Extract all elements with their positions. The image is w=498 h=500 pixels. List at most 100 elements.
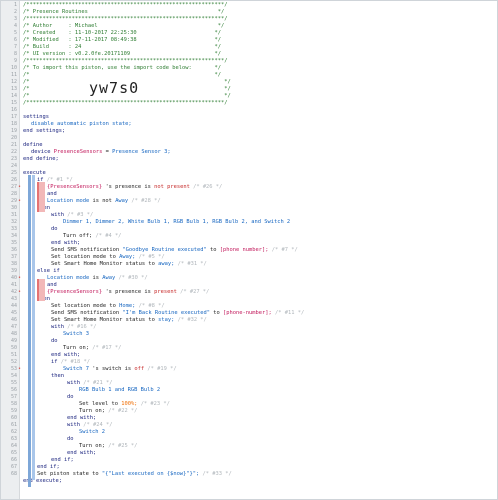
code-text[interactable]: /* Created : 11-10-2017 22:25:30 */	[23, 30, 224, 37]
code-text[interactable]: /* Build : 24 */	[23, 44, 224, 51]
line-number: 58	[10, 401, 17, 407]
code-text[interactable]: do	[51, 338, 61, 345]
code-token: /* #30 */	[118, 275, 148, 281]
code-text[interactable]: /* Author : Michael */	[23, 23, 227, 30]
code-text[interactable]: end settings;	[23, 128, 68, 135]
code-token: off	[134, 366, 145, 372]
code-text[interactable]: Turn on; /* #22 */	[79, 408, 141, 415]
code-text[interactable]: /***************************************…	[23, 2, 231, 9]
condition-marker-icon: •	[18, 289, 22, 295]
code-line: 49 do	[1, 338, 497, 345]
code-text[interactable]: do	[67, 436, 77, 443]
code-text[interactable]: disable automatic piston state;	[31, 121, 135, 128]
code-text[interactable]: /* Modified : 17-11-2017 08:49:38 */	[23, 37, 224, 44]
code-token: /*	[23, 86, 30, 92]
code-token: /* #16 */	[67, 324, 97, 330]
code-text[interactable]: Location mode is Away /* #30 */	[47, 275, 151, 282]
code-line: 34 Turn off; /* #4 */	[1, 233, 497, 240]
line-number: 31	[10, 212, 17, 218]
line-number: 6	[13, 37, 17, 43]
code-text[interactable]: Turn on; /* #17 */	[63, 345, 125, 352]
code-text[interactable]: end with;	[67, 450, 99, 457]
code-text[interactable]: execute	[23, 170, 49, 177]
code-text[interactable]: {PresenceSensors} 's presence is present…	[47, 289, 213, 296]
code-text[interactable]: with /* #21 */	[67, 380, 116, 387]
line-number: 10	[10, 65, 17, 71]
code-text[interactable]: /***************************************…	[23, 58, 231, 65]
code-token: {PresenceSensors}	[47, 289, 103, 295]
code-token: do	[51, 338, 58, 344]
code-text[interactable]: /* Presence Routines */	[23, 9, 227, 16]
code-token: end if;	[37, 464, 60, 470]
code-token: Set Smart Home Monitor status to	[51, 261, 155, 267]
line-number: 35	[10, 240, 17, 246]
code-text[interactable]: and	[47, 282, 60, 289]
code-text[interactable]: end if;	[51, 457, 77, 464]
code-text[interactable]: Set level to 100%; /* #23 */	[79, 401, 173, 408]
code-text[interactable]: Switch 3	[63, 331, 92, 338]
code-text[interactable]: with /* #3 */	[51, 212, 96, 219]
code-text[interactable]: Switch 7 's switch is off /* #19 */	[63, 366, 180, 373]
code-text[interactable]: Switch 2	[79, 429, 108, 436]
code-token: stay;	[158, 317, 175, 323]
code-text[interactable]: else if	[37, 268, 63, 275]
code-text[interactable]: Send SMS notification "I'm Back Routine …	[51, 310, 307, 317]
line-number: 47	[10, 324, 17, 330]
code-text[interactable]: end with;	[67, 415, 99, 422]
code-token: /* #24 */	[83, 422, 113, 428]
code-token: Send SMS notification	[51, 310, 120, 316]
code-text[interactable]: /* To import this piston, use the import…	[23, 65, 224, 72]
code-line: 66 end if;	[1, 457, 497, 464]
code-line: 6 /* Modified : 17-11-2017 08:49:38 */	[1, 37, 497, 44]
code-line: 47 with /* #16 */	[1, 324, 497, 331]
code-text[interactable]: Turn on; /* #25 */	[79, 443, 141, 450]
code-line: 45 Send SMS notification "I'm Back Routin…	[1, 310, 497, 317]
code-text[interactable]: define	[23, 142, 46, 149]
code-token: /* UI version : v0.2.0fe.20171109 */	[23, 51, 221, 57]
code-token: /* #3 */	[67, 212, 94, 218]
code-text[interactable]: RGB Bulb 1 and RGB Bulb 2	[79, 387, 163, 394]
code-text[interactable]: with /* #16 */	[51, 324, 100, 331]
code-text[interactable]: Set Smart Home Monitor status to stay; /…	[51, 317, 210, 324]
code-text[interactable]: then	[51, 373, 67, 380]
code-text[interactable]: settings	[23, 114, 52, 121]
code-text[interactable]: Dimmer 1, Dimmer 2, White Bulb 1, RGB Bu…	[63, 219, 293, 226]
code-token: Turn on;	[79, 443, 105, 449]
code-text[interactable]: Set piston state to "{"Last executed on …	[37, 471, 235, 478]
code-token: Turn off;	[63, 233, 93, 239]
code-text[interactable]: do	[67, 394, 77, 401]
code-text[interactable]: /***************************************…	[23, 100, 231, 107]
code-text[interactable]: with /* #24 */	[67, 422, 116, 429]
code-text[interactable]: if /* #18 */	[51, 359, 93, 366]
code-text[interactable]: end with;	[51, 352, 83, 359]
code-text[interactable]: {PresenceSensors} 's presence is not pre…	[47, 184, 226, 191]
code-line: 5 /* Created : 11-10-2017 22:25:30 */	[1, 30, 497, 37]
code-text[interactable]: and	[47, 191, 60, 198]
code-line: 58 Set level to 100%; /* #23 */	[1, 401, 497, 408]
code-text[interactable]: Location mode is not Away /* #28 */	[47, 198, 164, 205]
code-text[interactable]: end with;	[51, 240, 83, 247]
line-number: 43	[10, 296, 17, 302]
line-number: 40	[10, 275, 17, 281]
code-text[interactable]: end define;	[23, 156, 62, 163]
code-text[interactable]: Turn off; /* #4 */	[63, 233, 125, 240]
code-text[interactable]: Set location mode to Home; /* #8 */	[51, 303, 168, 310]
code-token: /* Presence Routines */	[23, 9, 225, 15]
code-token: Switch 3	[63, 331, 89, 337]
code-token: settings	[23, 114, 49, 120]
code-token: /*	[23, 93, 30, 99]
line-number: 30	[10, 205, 17, 211]
code-text[interactable]: /* */	[23, 72, 224, 79]
code-text[interactable]: Send SMS notification "Goodbye Routine e…	[51, 247, 301, 254]
line-number: 29	[10, 198, 17, 204]
code-text[interactable]: /***************************************…	[23, 16, 231, 23]
code-text[interactable]: Set Smart Home Monitor status to away; /…	[51, 261, 210, 268]
code-token: Send SMS notification	[51, 247, 120, 253]
code-text[interactable]: /* UI version : v0.2.0fe.20171109 */	[23, 51, 224, 58]
code-text[interactable]: do	[51, 226, 61, 233]
code-token: Away;	[119, 254, 136, 260]
code-text[interactable]: Set location mode to Away; /* #5 */	[51, 254, 168, 261]
code-text[interactable]: device PresenceSensors = Presence Sensor…	[31, 149, 174, 156]
line-number: 25	[10, 170, 17, 176]
code-text[interactable]: end if;	[37, 464, 63, 471]
